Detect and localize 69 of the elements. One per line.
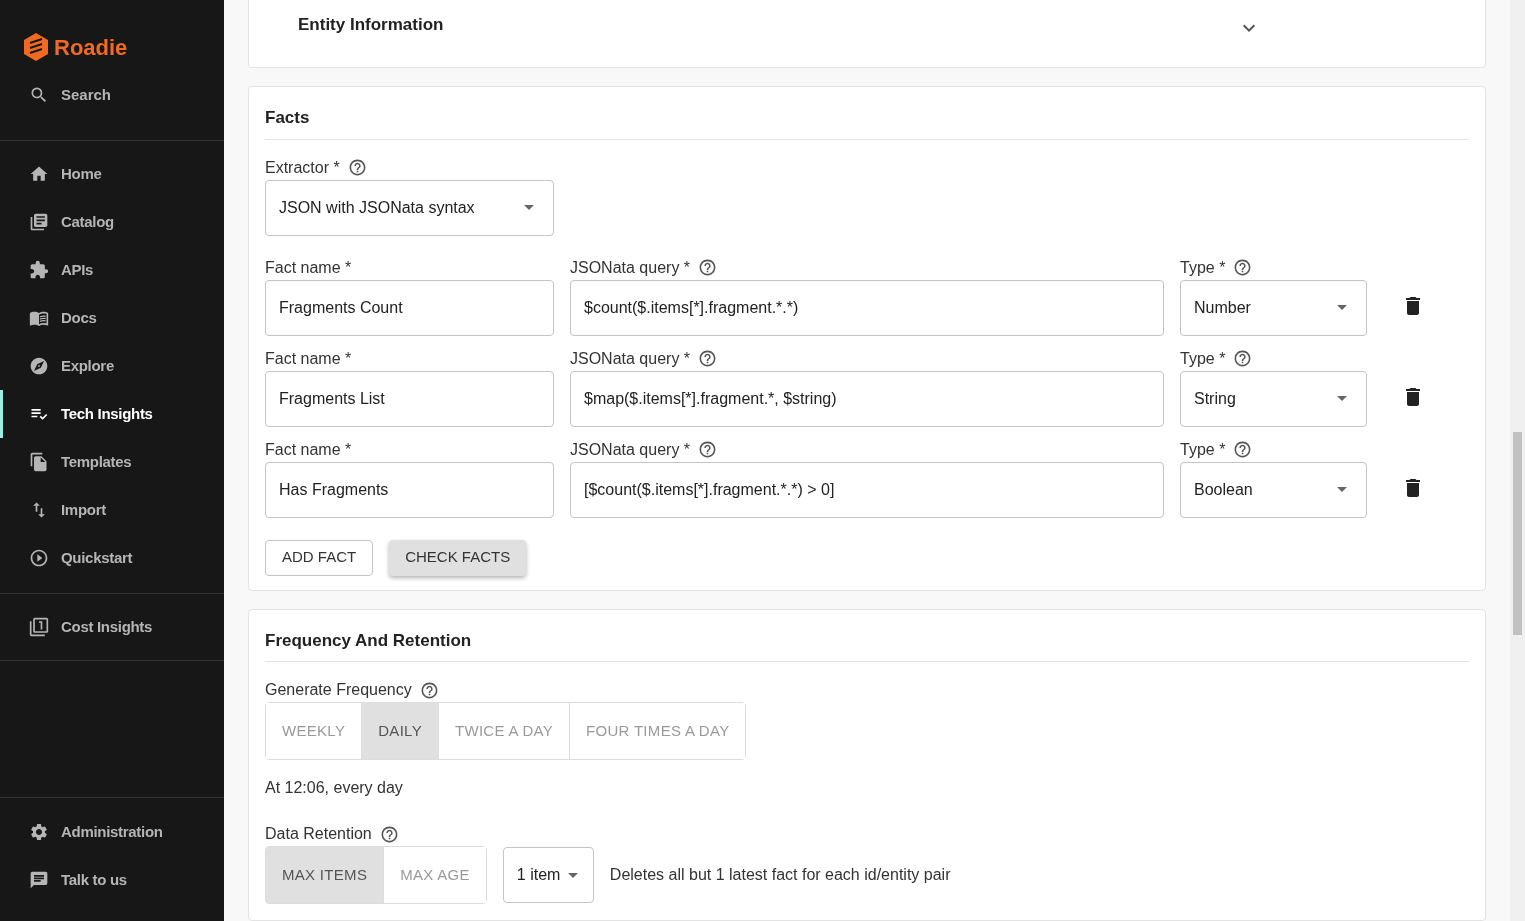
field-label: Fact name * bbox=[265, 257, 352, 278]
toggle-option[interactable]: DAILY bbox=[361, 703, 438, 759]
action-button[interactable]: ADD FACT bbox=[265, 539, 374, 576]
sidebar-item[interactable]: Import bbox=[0, 486, 224, 534]
section-title: Entity Information bbox=[298, 14, 444, 36]
retention-description: Deletes all but 1 latest fact for each id/entity pair bbox=[609, 865, 951, 885]
field-label: Fact name * bbox=[265, 439, 352, 460]
toggle-option[interactable]: MAX ITEMS bbox=[266, 847, 384, 903]
puzzle-icon bbox=[29, 260, 49, 280]
help-icon bbox=[347, 158, 367, 177]
caret-icon bbox=[568, 872, 579, 878]
help-icon bbox=[379, 824, 399, 844]
caret-icon bbox=[524, 205, 534, 210]
input-field[interactable]: Fragments Count bbox=[265, 279, 554, 336]
search-button[interactable]: Search bbox=[0, 83, 224, 107]
sidebar-item[interactable]: Tech Insights bbox=[0, 390, 224, 438]
action-button[interactable]: CHECK FACTS bbox=[389, 539, 527, 576]
sidebar-item[interactable]: Cost Insights bbox=[0, 603, 224, 651]
field-label: Type * bbox=[1180, 439, 1226, 460]
help-icon bbox=[1233, 258, 1253, 277]
copy-icon bbox=[29, 452, 49, 472]
sidebar-item[interactable]: Docs bbox=[0, 294, 224, 342]
section-title: Frequency And Retention bbox=[265, 627, 1469, 662]
field-label: Extractor * bbox=[265, 157, 340, 178]
field-label: Type * bbox=[1180, 348, 1226, 369]
select-field[interactable]: String bbox=[1180, 370, 1367, 427]
help-icon bbox=[419, 680, 439, 700]
sidebar-item[interactable]: Templates bbox=[0, 438, 224, 486]
sidebar-item[interactable]: Catalog bbox=[0, 198, 224, 246]
caret-icon bbox=[1337, 396, 1347, 401]
book-list-icon bbox=[29, 212, 49, 232]
sidebar-item[interactable]: APIs bbox=[0, 246, 224, 294]
sidebar-item[interactable]: Home bbox=[0, 150, 224, 198]
help-icon bbox=[698, 258, 718, 277]
field-label: JSONata query * bbox=[570, 439, 691, 460]
compass-icon bbox=[29, 356, 49, 376]
field-label: Type * bbox=[1180, 257, 1226, 278]
sidebar-item[interactable]: Quickstart bbox=[0, 534, 224, 582]
field-label: JSONata query * bbox=[570, 257, 691, 278]
logo-text: Roadie bbox=[54, 33, 128, 62]
home-icon bbox=[29, 164, 49, 184]
logo-icon bbox=[24, 33, 48, 61]
help-icon bbox=[698, 349, 718, 368]
field-label: Fact name * bbox=[265, 348, 352, 369]
sidebar-item[interactable]: Explore bbox=[0, 342, 224, 390]
input-field[interactable]: Fragments List bbox=[265, 370, 554, 427]
help-icon bbox=[1233, 349, 1253, 368]
field-label: JSONata query * bbox=[570, 348, 691, 369]
input-field[interactable]: [$count($.items[*].fragment.*.*) > 0] bbox=[570, 461, 1164, 518]
caret-icon bbox=[1337, 305, 1347, 310]
help-icon bbox=[1233, 440, 1253, 459]
schedule-text: At 12:06, every day bbox=[265, 778, 404, 798]
search-icon bbox=[29, 85, 49, 105]
sidebar-item[interactable]: Talk to us bbox=[0, 856, 224, 904]
select-field[interactable]: 1 item bbox=[502, 847, 594, 903]
select-field[interactable]: Number bbox=[1180, 279, 1367, 336]
sidebar-item[interactable]: Administration bbox=[0, 808, 224, 856]
input-field[interactable]: $map($.items[*].fragment.*, $string) bbox=[570, 370, 1164, 427]
field-label: Data Retention bbox=[265, 824, 372, 844]
field-label: Generate Frequency bbox=[265, 680, 412, 700]
settings-icon bbox=[29, 822, 49, 842]
input-field[interactable]: Has Fragments bbox=[265, 461, 554, 518]
chat-icon bbox=[29, 870, 49, 890]
select-field[interactable]: JSON with JSONata syntax bbox=[265, 179, 554, 236]
caret-icon bbox=[1337, 487, 1347, 492]
select-field[interactable]: Boolean bbox=[1180, 461, 1367, 518]
input-field[interactable]: $count($.items[*].fragment.*.*) bbox=[570, 279, 1164, 336]
help-icon bbox=[698, 440, 718, 459]
section-title: Facts bbox=[265, 105, 1469, 140]
